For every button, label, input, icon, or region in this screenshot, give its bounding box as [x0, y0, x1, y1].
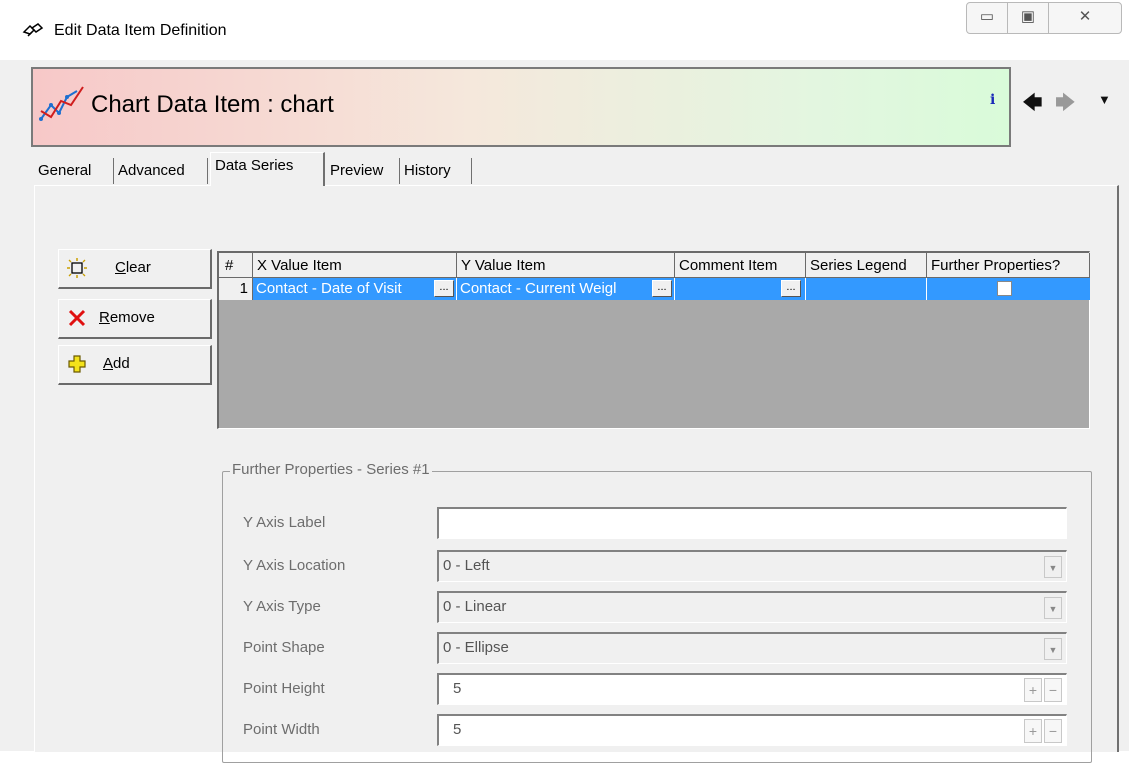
- chevron-down-icon[interactable]: ▼: [1044, 556, 1062, 578]
- data-series-grid[interactable]: # X Value Item Y Value Item Comment Item…: [217, 251, 1090, 429]
- point-height-label: Point Height: [243, 680, 325, 697]
- remove-x-icon: [67, 308, 87, 328]
- minimize-button[interactable]: ▭: [966, 2, 1008, 34]
- minimize-icon: ▭: [979, 8, 995, 25]
- point-width-decrement-button[interactable]: −: [1044, 719, 1062, 743]
- point-height-decrement-button[interactable]: −: [1044, 678, 1062, 702]
- y-value-ellipsis-button[interactable]: ...: [652, 280, 672, 297]
- point-width-increment-button[interactable]: +: [1024, 719, 1042, 743]
- tab-label: General: [38, 162, 92, 179]
- close-icon: ✕: [1078, 8, 1092, 25]
- y-axis-type-value: 0 - Linear: [443, 598, 507, 615]
- dropdown-menu-icon[interactable]: ▼: [1098, 92, 1111, 107]
- app-icon: [22, 22, 44, 40]
- y-axis-label-label: Y Axis Label: [243, 514, 326, 531]
- chevron-down-icon[interactable]: ▼: [1044, 597, 1062, 619]
- table-row[interactable]: 1 Contact - Date of Visit ... Contact - …: [219, 278, 1090, 300]
- chart-icon: [37, 83, 87, 129]
- x-value-text: Contact - Date of Visit: [256, 280, 402, 297]
- series-legend-cell[interactable]: [806, 278, 927, 300]
- add-label: Add: [103, 355, 130, 372]
- back-arrow-icon[interactable]: 🡄: [1022, 88, 1043, 122]
- point-width-stepper[interactable]: 5 + −: [437, 714, 1067, 746]
- point-shape-value: 0 - Ellipse: [443, 639, 509, 656]
- clear-label: Clear: [115, 259, 151, 276]
- y-axis-type-select[interactable]: 0 - Linear ▼: [437, 591, 1067, 623]
- remove-button[interactable]: Remove: [58, 299, 212, 339]
- remove-label: Remove: [99, 309, 155, 326]
- header-banner: Chart Data Item : chart: [31, 67, 1011, 147]
- y-axis-location-select[interactable]: 0 - Left ▼: [437, 550, 1067, 582]
- y-axis-location-value: 0 - Left: [443, 557, 490, 574]
- column-header-series-legend: Series Legend: [806, 253, 927, 278]
- column-header-x-value: X Value Item: [253, 253, 457, 278]
- column-header-y-value: Y Value Item: [457, 253, 675, 278]
- maximize-icon: ▣: [1020, 8, 1036, 25]
- close-button[interactable]: ✕: [1048, 2, 1122, 34]
- tab-label: History: [404, 162, 451, 179]
- tab-label: Advanced: [118, 162, 185, 179]
- further-properties-cell[interactable]: [927, 278, 1090, 300]
- point-width-value: 5: [453, 721, 462, 738]
- comment-ellipsis-button[interactable]: ...: [781, 280, 801, 297]
- window-title: Edit Data Item Definition: [54, 22, 227, 39]
- clear-button[interactable]: Clear: [58, 249, 212, 289]
- title-bar: Edit Data Item Definition ▭ ▣ ✕: [0, 0, 1129, 60]
- y-axis-location-label: Y Axis Location: [243, 557, 346, 574]
- tab-general[interactable]: General: [34, 158, 114, 184]
- further-properties-checkbox[interactable]: [997, 281, 1012, 296]
- y-value-text: Contact - Current Weigl: [460, 280, 617, 297]
- add-button[interactable]: Add: [58, 345, 212, 385]
- x-value-ellipsis-button[interactable]: ...: [434, 280, 454, 297]
- forward-arrow-icon[interactable]: 🡆: [1055, 88, 1076, 122]
- column-header-number: #: [219, 253, 253, 278]
- info-icon[interactable]: i: [990, 92, 995, 108]
- y-value-cell[interactable]: Contact - Current Weigl ...: [457, 278, 675, 300]
- tab-preview[interactable]: Preview: [326, 158, 400, 184]
- tab-advanced[interactable]: Advanced: [114, 158, 208, 184]
- point-shape-select[interactable]: 0 - Ellipse ▼: [437, 632, 1067, 664]
- group-title: Further Properties - Series #1: [230, 461, 432, 478]
- x-value-cell[interactable]: Contact - Date of Visit ...: [253, 278, 457, 300]
- column-header-comment: Comment Item: [675, 253, 806, 278]
- point-height-value: 5: [453, 680, 462, 697]
- y-axis-label-input[interactable]: [437, 507, 1067, 539]
- maximize-button[interactable]: ▣: [1007, 2, 1049, 34]
- dialog-window: Edit Data Item Definition ▭ ▣ ✕ Chart Da…: [0, 0, 1129, 763]
- clear-icon: [67, 258, 87, 278]
- grid-header: # X Value Item Y Value Item Comment Item…: [219, 253, 1090, 278]
- column-header-further-properties: Further Properties?: [927, 253, 1090, 278]
- add-plus-icon: [67, 354, 87, 374]
- point-height-stepper[interactable]: 5 + −: [437, 673, 1067, 705]
- row-number: 1: [219, 278, 253, 300]
- tab-label: Preview: [330, 162, 384, 179]
- point-height-increment-button[interactable]: +: [1024, 678, 1042, 702]
- comment-cell[interactable]: ...: [675, 278, 806, 300]
- tab-label: Data Series: [215, 157, 294, 174]
- tab-history[interactable]: History: [400, 158, 472, 184]
- chevron-down-icon[interactable]: ▼: [1044, 638, 1062, 660]
- page-title: Chart Data Item : chart: [91, 91, 334, 118]
- point-shape-label: Point Shape: [243, 639, 325, 656]
- y-axis-type-label: Y Axis Type: [243, 598, 321, 615]
- point-width-label: Point Width: [243, 721, 320, 738]
- tab-data-series[interactable]: Data Series: [210, 152, 325, 186]
